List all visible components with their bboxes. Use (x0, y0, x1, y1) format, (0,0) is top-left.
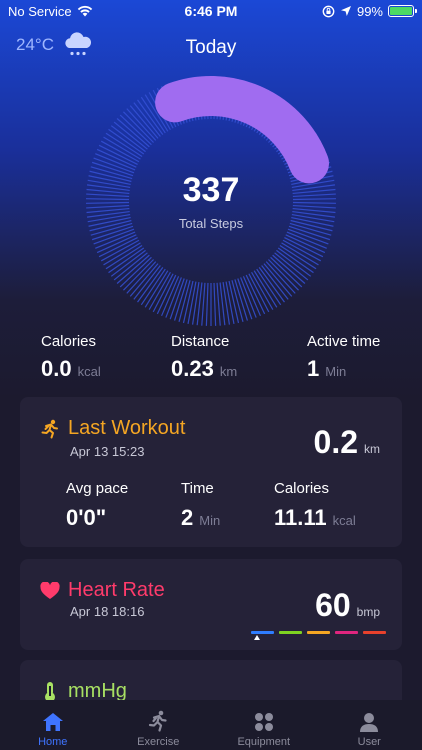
tab-bar: Home Exercise Equipment User (0, 700, 422, 750)
metric-value: 2 (181, 505, 194, 530)
last-workout-title: Last Workout (68, 417, 186, 439)
workout-calories: Calories 11.11 kcal (274, 480, 356, 531)
daily-stats: Calories 0.0 kcal Distance 0.23 km Activ… (0, 333, 422, 383)
metric-label: Time (181, 480, 214, 497)
status-right: 99% (322, 3, 417, 19)
heart-icon (40, 581, 60, 599)
carrier-label: No Service (8, 3, 72, 19)
heart-rate-zone-marker (254, 635, 260, 640)
heart-rate-unit: bmp (356, 605, 380, 619)
stat-calories: Calories 0.0 kcal (41, 333, 101, 382)
stat-value: 0.23 (171, 356, 214, 381)
heart-rate-card[interactable]: Heart Rate Apr 18 18:16 60 bmp (20, 559, 402, 650)
metric-value: 0'0" (66, 505, 107, 530)
wifi-icon (77, 5, 92, 17)
steps-value: 337 (182, 171, 240, 209)
stat-label: Calories (41, 333, 97, 350)
orientation-lock-icon (322, 5, 335, 17)
battery-icon (388, 5, 417, 17)
workout-distance-unit: km (364, 442, 380, 456)
steps-label: Total Steps (178, 216, 244, 231)
stat-unit: kcal (77, 364, 101, 379)
heart-rate-zone-segment (307, 631, 330, 634)
stat-value: 0.0 (41, 356, 72, 381)
heart-rate-zone-segment (335, 631, 358, 634)
metric-label: Calories (274, 480, 330, 497)
heart-rate-date: Apr 18 18:16 (70, 604, 145, 619)
last-workout-card[interactable]: Last Workout Apr 13 15:23 0.2 km Avg pac… (20, 397, 402, 547)
stat-label: Distance (171, 333, 230, 350)
user-icon (360, 713, 379, 732)
metric-unit: Min (199, 513, 221, 528)
stat-label: Active time (307, 333, 381, 350)
heart-rate-title: Heart Rate (68, 579, 165, 601)
workout-avg-pace: Avg pace 0'0" (66, 480, 128, 531)
workout-time: Time 2 Min (181, 480, 220, 531)
status-left: No Service (8, 4, 93, 19)
stat-active-time: Active time 1 Min (307, 333, 380, 382)
heart-rate-zone-bar (251, 631, 386, 634)
tab-label: Equipment (237, 736, 291, 748)
heart-rate-value: 60 (315, 587, 351, 623)
tab-label: User (357, 736, 381, 748)
stat-unit: km (219, 364, 238, 379)
equipment-icon (254, 713, 273, 731)
metric-label: Avg pace (66, 480, 129, 497)
tab-user[interactable]: User (317, 700, 422, 750)
status-bar: No Service 6:46 PM 99% (0, 0, 422, 22)
heart-rate-zone-segment (279, 631, 302, 634)
tab-equipment[interactable]: Equipment (211, 700, 317, 750)
last-workout-date: Apr 13 15:23 (70, 444, 145, 459)
tab-home[interactable]: Home (0, 700, 106, 750)
workout-distance-value: 0.2 (313, 424, 358, 460)
home-icon (42, 713, 63, 731)
steps-center: 337 Total Steps (82, 72, 340, 330)
heart-rate-reading: 60 bmp (315, 587, 380, 624)
page-title: Today (185, 37, 237, 58)
battery-percent: 99% (356, 3, 383, 19)
exercise-icon (149, 710, 167, 732)
tab-label: Home (38, 736, 68, 748)
heart-rate-zone-segment (363, 631, 386, 634)
metric-unit: kcal (332, 513, 356, 528)
last-workout-distance: 0.2 km (314, 424, 380, 461)
running-icon (41, 419, 58, 438)
metric-value: 11.11 (274, 505, 327, 530)
stat-value: 1 (307, 356, 320, 381)
steps-ring[interactable]: 337 Total Steps (82, 72, 340, 330)
tab-label: Exercise (137, 736, 180, 748)
location-arrow-icon (340, 6, 351, 16)
stat-unit: Min (325, 364, 347, 379)
heart-rate-zone-segment (251, 631, 274, 634)
tab-exercise[interactable]: Exercise (106, 700, 212, 750)
stat-distance: Distance 0.23 km (171, 333, 237, 382)
